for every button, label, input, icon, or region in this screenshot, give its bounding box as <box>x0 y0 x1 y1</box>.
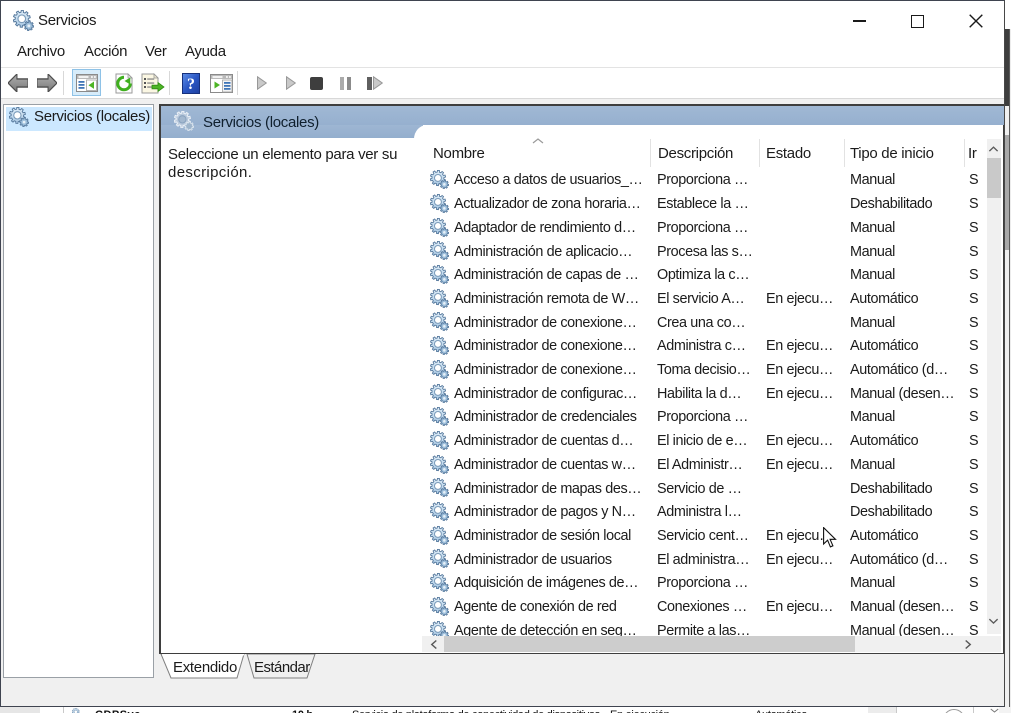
svg-text:?: ? <box>187 76 195 93</box>
